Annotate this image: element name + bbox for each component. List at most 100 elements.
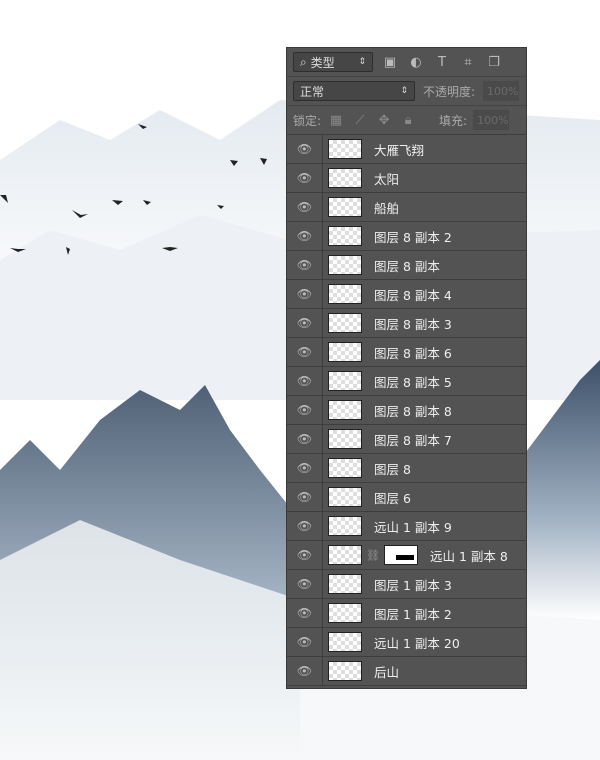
layer-thumbnail [328,574,362,594]
layer-thumbnail [328,226,362,246]
layer-row[interactable]: 👁︎ 图层 8 副本 3 [287,309,526,338]
layer-thumbnail [328,313,362,333]
image-filter-icon[interactable]: ▣ [381,55,399,70]
visibility-eye-icon[interactable]: 👁︎ [287,396,323,424]
layer-name: 图层 8 副本 8 [374,403,452,419]
layer-thumbnail [328,197,362,217]
layer-thumbnail [328,458,362,478]
layer-row[interactable]: 👁︎ 太阳 [287,164,526,193]
visibility-eye-icon[interactable]: 👁︎ [287,280,323,308]
layer-row[interactable]: 👁︎ ⛓ 远山 1 副本 8 [287,541,526,570]
layer-row[interactable]: 👁︎ 远山 1 副本 20 [287,628,526,657]
opacity-label: 不透明度: [423,84,476,99]
layer-thumbnail [328,603,362,623]
visibility-eye-icon[interactable]: 👁︎ [287,599,323,627]
visibility-eye-icon[interactable]: 👁︎ [287,222,323,250]
layer-name: 图层 8 副本 [374,258,440,274]
layer-name: 远山 1 副本 8 [429,548,508,564]
shape-filter-icon[interactable]: ⌗ [459,55,477,70]
layer-row[interactable]: 👁︎ 船舶 [287,193,526,222]
visibility-eye-icon[interactable]: 👁︎ [287,512,323,540]
visibility-eye-icon[interactable]: 👁︎ [287,454,323,482]
visibility-eye-icon[interactable]: 👁︎ [287,338,323,366]
layer-row[interactable]: 👁︎ 图层 8 副本 5 [287,367,526,396]
layer-row[interactable]: 👁︎ 图层 8 [287,454,526,483]
visibility-eye-icon[interactable]: 👁︎ [287,570,323,598]
smart-object-filter-icon[interactable]: ❐ [485,55,503,70]
visibility-eye-icon[interactable]: 👁︎ [287,193,323,221]
layer-thumbnail [328,168,362,188]
layers-panel: ⌕ 类型 ⇕ ▣ ◐ T ⌗ ❐ 正常 ⇕ 不透明度: 100% 锁定: ▦ ⟋ ✥… [286,47,527,689]
layer-row[interactable]: 👁︎ 大雁飞翔 [287,135,526,164]
visibility-eye-icon[interactable]: 👁︎ [287,367,323,395]
layer-thumbnail [328,516,362,536]
layer-row[interactable]: 👁︎ 图层 1 副本 3 [287,570,526,599]
lock-position-move-icon[interactable]: ✥ [375,113,393,128]
search-icon: ⌕ [300,54,307,69]
layer-name: 图层 8 副本 3 [374,316,452,332]
layer-thumbnail [328,255,362,275]
layer-thumbnail [328,661,362,681]
visibility-eye-icon[interactable]: 👁︎ [287,483,323,511]
layer-row[interactable]: 👁︎ 图层 8 副本 4 [287,280,526,309]
layer-thumbnail [328,371,362,391]
lock-bar: 锁定: ▦ ⟋ ✥ 🔒︎ 填充: 100% [287,106,526,135]
layer-thumbnail [328,545,362,565]
stepper-icon: ⇕ [400,86,408,96]
blend-mode-value: 正常 [300,84,325,99]
mask-link-icon[interactable]: ⛓ [366,549,380,562]
filter-kind-value: 类型 [310,55,335,70]
layer-row[interactable]: 👁︎ 远山 1 副本 9 [287,512,526,541]
layer-row[interactable]: 👁︎ 图层 8 副本 8 [287,396,526,425]
type-filter-icon[interactable]: T [433,55,451,70]
layer-row[interactable]: 👁︎ 图层 8 副本 6 [287,338,526,367]
opacity-input[interactable]: 100% [483,81,520,101]
lock-transparent-icon[interactable]: ▦ [327,113,345,128]
layer-name: 后山 [374,664,400,680]
layer-row[interactable]: 👁︎ 图层 1 副本 2 [287,599,526,628]
layer-name: 太阳 [374,171,400,187]
visibility-eye-icon[interactable]: 👁︎ [287,541,323,569]
layer-name: 图层 8 副本 7 [374,432,452,448]
visibility-eye-icon[interactable]: 👁︎ [287,628,323,656]
layer-row[interactable]: 👁︎ 图层 8 副本 7 [287,425,526,454]
layer-thumbnail [328,139,362,159]
layer-name: 图层 1 副本 2 [374,606,452,622]
layer-thumbnail [328,400,362,420]
layer-row[interactable]: 👁︎ 图层 8 副本 [287,251,526,280]
layer-mask-thumbnail[interactable] [383,545,418,565]
layer-name: 图层 8 [374,461,411,477]
lock-label: 锁定: [293,113,322,128]
layer-row[interactable]: 👁︎ 图层 6 [287,483,526,512]
layer-name: 远山 1 副本 9 [374,519,452,535]
layer-name: 图层 8 副本 4 [374,287,452,303]
fill-input[interactable]: 100% [473,110,510,130]
visibility-eye-icon[interactable]: 👁︎ [287,251,323,279]
visibility-eye-icon[interactable]: 👁︎ [287,657,323,685]
adjustment-filter-icon[interactable]: ◐ [407,55,425,70]
blend-bar: 正常 ⇕ 不透明度: 100% [287,77,526,106]
layer-name: 图层 1 副本 3 [374,577,452,593]
layer-row[interactable]: 👁︎ 后山 [287,657,526,686]
layer-name: 图层 8 副本 6 [374,345,452,361]
lock-paint-brush-icon[interactable]: ⟋ [351,113,369,128]
visibility-eye-icon[interactable]: 👁︎ [287,309,323,337]
layer-name: 远山 1 副本 20 [374,635,460,651]
fill-label: 填充: [439,113,468,128]
visibility-eye-icon[interactable]: 👁︎ [287,425,323,453]
layer-name: 图层 8 副本 5 [374,374,452,390]
layer-thumbnail [328,429,362,449]
visibility-eye-icon[interactable]: 👁︎ [287,164,323,192]
stepper-icon: ⇕ [358,57,366,67]
lock-all-icon[interactable]: 🔒︎ [399,113,417,128]
layer-thumbnail [328,487,362,507]
blend-mode-select[interactable]: 正常 ⇕ [293,81,415,101]
filter-kind-select[interactable]: ⌕ 类型 ⇕ [293,52,373,72]
layer-list: 👁︎ 大雁飞翔 👁︎ 太阳 👁︎ 船舶 👁︎ 图层 8 副本 2 👁︎ 图层 8 副本 👁︎ 图层 8… [287,135,526,686]
layer-thumbnail [328,632,362,652]
layer-thumbnail [328,284,362,304]
visibility-eye-icon[interactable]: 👁︎ [287,135,323,163]
layer-thumbnail [328,342,362,362]
layer-name: 大雁飞翔 [374,142,425,158]
layer-row[interactable]: 👁︎ 图层 8 副本 2 [287,222,526,251]
